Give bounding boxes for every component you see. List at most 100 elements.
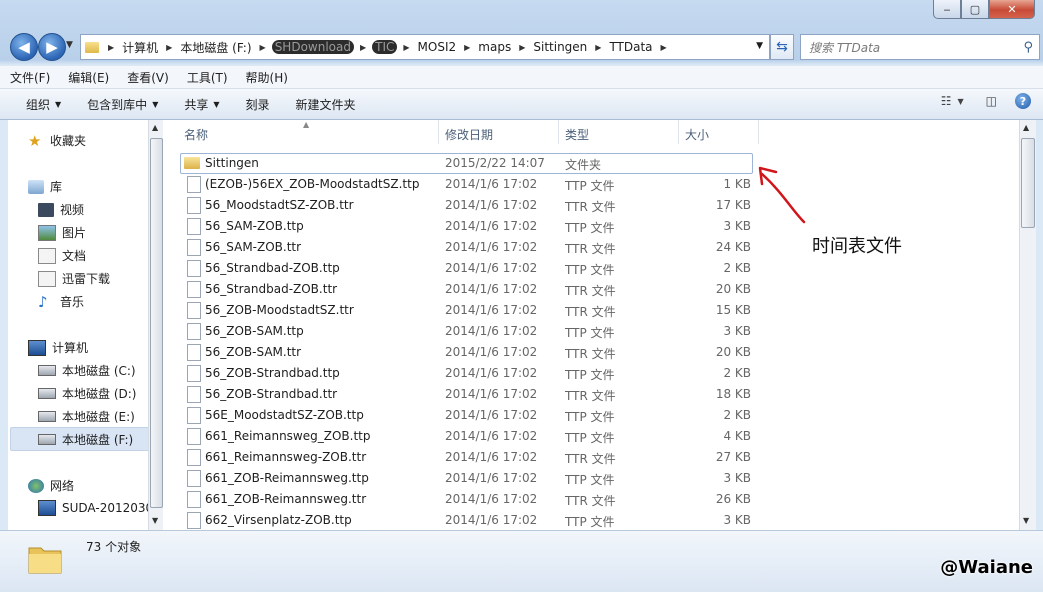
- maximize-button[interactable]: ▢: [961, 0, 989, 19]
- new-folder-button[interactable]: 新建文件夹: [282, 96, 368, 113]
- view-dropdown-icon[interactable]: ▼: [958, 97, 964, 106]
- forward-button[interactable]: ▶: [38, 33, 66, 61]
- share-label: 共享: [184, 97, 209, 112]
- recent-pages-dropdown-icon[interactable]: ▼: [66, 40, 73, 50]
- breadcrumb-computer[interactable]: 计算机: [120, 39, 160, 56]
- menu-help[interactable]: 帮助(H): [236, 69, 296, 86]
- file-row[interactable]: 661_ZOB-Reimannsweg.ttp 2014/1/6 17:02 TTP…: [180, 468, 1019, 489]
- scroll-down-icon[interactable]: ▼: [152, 516, 158, 525]
- chevron-right-icon[interactable]: ▶: [397, 43, 415, 52]
- menu-file[interactable]: 文件(F): [0, 69, 58, 86]
- sidebar-drive-d[interactable]: 本地磁盘 (D:): [38, 385, 136, 402]
- sidebar-drive-f[interactable]: 本地磁盘 (F:): [38, 431, 133, 448]
- include-in-library-button[interactable]: 包含到库中 ▼: [73, 96, 170, 113]
- sidebar-favorites[interactable]: ★ 收藏夹: [28, 132, 86, 149]
- column-divider[interactable]: [438, 120, 439, 144]
- sidebar-network[interactable]: 网络: [28, 477, 74, 494]
- file-list-scrollbar[interactable]: ▲ ▼: [1019, 120, 1036, 530]
- help-icon[interactable]: ?: [1015, 93, 1031, 109]
- scroll-up-icon[interactable]: ▲: [152, 123, 158, 132]
- scrollbar-thumb[interactable]: [150, 138, 163, 508]
- explorer-window: ‒ ▢ ✕ ◀ ▶ ▼ ▶ 计算机 ▶ 本地磁盘 (F:) ▶ SHDownlo…: [0, 0, 1043, 592]
- burn-button[interactable]: 刻录: [232, 96, 282, 113]
- organize-button[interactable]: 组织 ▼: [0, 96, 73, 113]
- chevron-right-icon[interactable]: ▶: [589, 43, 607, 52]
- file-row[interactable]: 56_Strandbad-ZOB.ttr 2014/1/6 17:02 TTR 文件…: [180, 279, 1019, 300]
- minimize-button[interactable]: ‒: [933, 0, 961, 19]
- file-row[interactable]: 56_ZOB-SAM.ttp 2014/1/6 17:02 TTP 文件 3 KB: [180, 321, 1019, 342]
- column-divider[interactable]: [758, 120, 759, 144]
- breadcrumb-mosi2[interactable]: MOSI2: [416, 40, 459, 54]
- file-icon: [187, 491, 201, 508]
- folder-row[interactable]: Sittingen 2015/2/22 14:07 文件夹: [180, 153, 1019, 174]
- column-header-type[interactable]: 类型: [565, 126, 589, 143]
- sidebar-drive-c[interactable]: 本地磁盘 (C:): [38, 362, 136, 379]
- breadcrumb-tic[interactable]: TIC: [372, 40, 398, 54]
- sidebar-network-computer[interactable]: SUDA-20120304: [38, 500, 161, 516]
- breadcrumb-ttdata[interactable]: TTData: [607, 40, 654, 54]
- sidebar-computer[interactable]: 计算机: [28, 339, 88, 356]
- sidebar-item-xunlei-downloads[interactable]: 迅雷下载: [38, 270, 110, 287]
- column-header-date[interactable]: 修改日期: [445, 126, 493, 143]
- file-icon: [187, 449, 201, 466]
- file-size: 3 KB: [723, 471, 751, 485]
- scroll-down-icon[interactable]: ▼: [1023, 516, 1029, 525]
- file-date: 2014/1/6 17:02: [445, 387, 538, 401]
- preview-pane-icon[interactable]: ◫: [986, 94, 997, 108]
- sidebar-item-videos[interactable]: 视频: [38, 201, 84, 218]
- chevron-right-icon[interactable]: ▶: [160, 43, 178, 52]
- file-size: 17 KB: [715, 198, 751, 212]
- file-icon: [187, 281, 201, 298]
- column-header-name[interactable]: 名称: [184, 126, 208, 143]
- search-icon[interactable]: ⚲: [1023, 40, 1039, 55]
- breadcrumb-maps[interactable]: maps: [476, 40, 513, 54]
- sidebar-item-music[interactable]: ♪ 音乐: [38, 293, 84, 310]
- menu-view[interactable]: 查看(V): [117, 69, 177, 86]
- chevron-right-icon[interactable]: ▶: [254, 43, 272, 52]
- scrollbar-thumb[interactable]: [1021, 138, 1035, 228]
- refresh-button[interactable]: ⇆: [770, 34, 794, 60]
- file-row[interactable]: 56_ZOB-Strandbad.ttr 2014/1/6 17:02 TTR 文件…: [180, 384, 1019, 405]
- breadcrumb-sittingen[interactable]: Sittingen: [531, 40, 589, 54]
- file-row[interactable]: 56_ZOB-MoodstadtSZ.ttr 2014/1/6 17:02 TTR …: [180, 300, 1019, 321]
- file-row[interactable]: 56_MoodstadtSZ-ZOB.ttr 2014/1/6 17:02 TTR …: [180, 195, 1019, 216]
- share-button[interactable]: 共享 ▼: [170, 96, 231, 113]
- file-name: (EZOB-)56EX_ZOB-MoodstadtSZ.ttp: [205, 177, 420, 191]
- address-bar[interactable]: ▶ 计算机 ▶ 本地磁盘 (F:) ▶ SHDownload ▶ TIC ▶ M…: [80, 34, 770, 60]
- file-row[interactable]: (EZOB-)56EX_ZOB-MoodstadtSZ.ttp 2014/1/6 …: [180, 174, 1019, 195]
- column-divider[interactable]: [558, 120, 559, 144]
- chevron-right-icon[interactable]: ▶: [102, 43, 120, 52]
- file-row[interactable]: 661_Reimannsweg-ZOB.ttr 2014/1/6 17:02 TTR…: [180, 447, 1019, 468]
- sidebar-drive-e[interactable]: 本地磁盘 (E:): [38, 408, 135, 425]
- file-row[interactable]: 662_Virsenplatz-ZOB.ttp 2014/1/6 17:02 TTP…: [180, 510, 1019, 530]
- column-divider[interactable]: [678, 120, 679, 144]
- address-dropdown-icon[interactable]: ▼: [756, 41, 763, 51]
- menu-tools[interactable]: 工具(T): [177, 69, 236, 86]
- file-icon: [187, 176, 201, 193]
- sidebar-item-documents[interactable]: 文档: [38, 247, 86, 264]
- file-row[interactable]: 661_Reimannsweg_ZOB.ttp 2014/1/6 17:02 TTP…: [180, 426, 1019, 447]
- scroll-up-icon[interactable]: ▲: [1023, 123, 1029, 132]
- chevron-right-icon[interactable]: ▶: [513, 43, 531, 52]
- file-date: 2014/1/6 17:02: [445, 198, 538, 212]
- chevron-right-icon[interactable]: ▶: [354, 43, 372, 52]
- back-button[interactable]: ◀: [10, 33, 38, 61]
- file-row[interactable]: 56_ZOB-SAM.ttr 2014/1/6 17:02 TTR 文件 20 KB: [180, 342, 1019, 363]
- chevron-right-icon[interactable]: ▶: [458, 43, 476, 52]
- change-view-icon[interactable]: ☷: [941, 94, 952, 108]
- file-row[interactable]: 56_Strandbad-ZOB.ttp 2014/1/6 17:02 TTP 文件…: [180, 258, 1019, 279]
- file-icon: [187, 260, 201, 277]
- column-header-size[interactable]: 大小: [685, 126, 709, 143]
- breadcrumb-shdownload[interactable]: SHDownload: [271, 40, 354, 54]
- file-row[interactable]: 661_ZOB-Reimannsweg.ttr 2014/1/6 17:02 TTR…: [180, 489, 1019, 510]
- chevron-right-icon[interactable]: ▶: [655, 43, 673, 52]
- sidebar-item-pictures[interactable]: 图片: [38, 224, 86, 241]
- file-row[interactable]: 56_ZOB-Strandbad.ttp 2014/1/6 17:02 TTP 文件…: [180, 363, 1019, 384]
- breadcrumb-drive-f[interactable]: 本地磁盘 (F:): [178, 39, 253, 56]
- menu-edit[interactable]: 编辑(E): [58, 69, 117, 86]
- file-row[interactable]: 56E_MoodstadtSZ-ZOB.ttp 2014/1/6 17:02 TTP…: [180, 405, 1019, 426]
- search-input[interactable]: 搜索 TTData ⚲: [800, 34, 1040, 60]
- navigation-pane-scrollbar[interactable]: ▲ ▼: [148, 120, 163, 530]
- close-button[interactable]: ✕: [989, 0, 1035, 19]
- sidebar-libraries[interactable]: 库: [28, 178, 62, 195]
